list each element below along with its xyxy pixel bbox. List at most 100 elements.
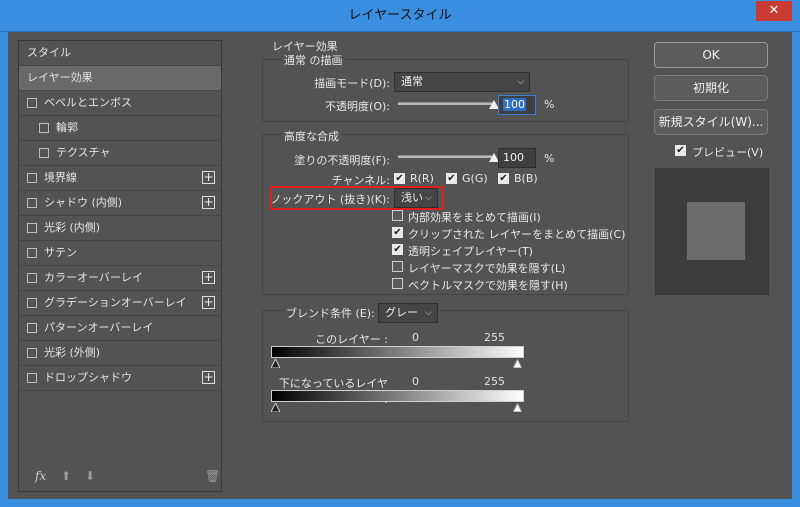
style-list-item[interactable]: スタイル <box>19 41 221 66</box>
preview-label: プレビュー(V) <box>692 146 764 159</box>
fill-opacity-input-value: 100 <box>503 151 524 164</box>
style-item-label: サテン <box>44 246 77 259</box>
advanced-option-checkbox[interactable] <box>392 261 403 272</box>
window-border-left <box>0 32 8 507</box>
move-up-icon[interactable]: ⬆ <box>61 469 71 483</box>
style-list-item[interactable]: グラデーションオーバーレイ + <box>19 291 221 316</box>
style-list-toolbar: fx ⬆ ⬇ 🗑 <box>19 465 221 491</box>
advanced-option-checkbox[interactable] <box>392 278 403 289</box>
style-list-item[interactable]: ドロップシャドウ + <box>19 366 221 391</box>
add-effect-plus-icon[interactable]: + <box>202 196 215 209</box>
style-list-item[interactable]: ベベルとエンボス <box>19 91 221 116</box>
chevron-down-icon: ⌵ <box>425 193 432 203</box>
style-list-item[interactable]: シャドウ (内側) + <box>19 191 221 216</box>
chevron-down-icon: ⌵ <box>425 308 432 318</box>
advanced-option-label: 透明シェイプレイヤー(T) <box>408 245 533 258</box>
style-list: スタイルレイヤー効果ベベルとエンボス輪郭テクスチャ境界線 + シャドウ (内側) + 光… <box>18 40 222 492</box>
window-border-right <box>792 32 800 507</box>
style-item-checkbox[interactable] <box>27 223 37 233</box>
blend-mode-dropdown[interactable]: 通常 ⌵ <box>394 72 530 92</box>
style-list-item[interactable]: カラーオーバーレイ + <box>19 266 221 291</box>
style-item-label: シャドウ (内側) <box>44 196 123 209</box>
blend-if-dropdown[interactable]: グレー ⌵ <box>378 303 438 323</box>
add-effect-plus-icon[interactable]: + <box>202 296 215 309</box>
style-item-checkbox[interactable] <box>27 348 37 358</box>
style-item-label: 光彩 (内側) <box>44 221 101 234</box>
style-item-checkbox[interactable] <box>27 98 37 108</box>
style-item-label: レイヤー効果 <box>27 71 93 84</box>
add-effect-plus-icon[interactable]: + <box>202 171 215 184</box>
channel-checkbox[interactable]: ✔ <box>394 173 405 184</box>
fx-icon[interactable]: fx <box>35 469 46 483</box>
advanced-option-label: ベクトルマスクで効果を隠す(H) <box>408 279 568 292</box>
this-layer-label: このレイヤー : <box>315 333 388 346</box>
advanced-option-checkbox[interactable]: ✔ <box>392 227 403 238</box>
reset-button[interactable]: 初期化 <box>654 75 768 101</box>
knockout-dropdown[interactable]: 浅い ⌵ <box>394 188 438 208</box>
style-item-label: 輪郭 <box>56 121 78 134</box>
this-layer-min-value: 0 <box>412 331 419 344</box>
style-list-item[interactable]: レイヤー効果 <box>19 66 221 91</box>
advanced-option-checkbox[interactable] <box>392 210 403 221</box>
style-item-checkbox[interactable] <box>39 123 49 133</box>
chevron-down-icon: ⌵ <box>517 77 524 87</box>
window-title: レイヤースタイル <box>348 8 452 23</box>
underlying-layer-min-value: 0 <box>412 375 419 388</box>
style-list-item[interactable]: パターンオーバーレイ <box>19 316 221 341</box>
channel-checkbox[interactable]: ✔ <box>498 173 509 184</box>
close-button[interactable]: ✕ <box>756 1 792 21</box>
advanced-option-label: クリップされた レイヤーをまとめて描画(C) <box>408 228 626 241</box>
opacity-label: 不透明度(O): <box>325 100 390 113</box>
style-item-label: ベベルとエンボス <box>44 96 132 109</box>
ok-button[interactable]: OK <box>654 42 768 68</box>
channel-label: R(R) <box>410 172 434 185</box>
underlying-layer-black-slider[interactable] <box>271 403 280 412</box>
trash-icon[interactable]: 🗑 <box>205 469 220 483</box>
advanced-option-checkbox[interactable]: ✔ <box>392 244 403 255</box>
add-effect-plus-icon[interactable]: + <box>202 271 215 284</box>
knockout-value: 浅い <box>401 191 423 204</box>
style-list-item[interactable]: 光彩 (外側) <box>19 341 221 366</box>
fill-opacity-slider-track[interactable] <box>398 155 494 158</box>
underlying-layer-max-value: 255 <box>484 375 505 388</box>
channel-checkbox[interactable]: ✔ <box>446 173 457 184</box>
knockout-label: ノックアウト (抜き)(K): <box>270 193 390 206</box>
this-layer-white-slider[interactable] <box>513 359 522 368</box>
style-item-checkbox[interactable] <box>27 323 37 333</box>
style-list-item[interactable]: 輪郭 <box>19 116 221 141</box>
style-item-checkbox[interactable] <box>27 373 37 383</box>
style-list-item[interactable]: 境界線 + <box>19 166 221 191</box>
move-down-icon[interactable]: ⬇ <box>85 469 95 483</box>
opacity-slider-track[interactable] <box>398 102 494 105</box>
advanced-option-label: レイヤーマスクで効果を隠す(L) <box>408 262 566 275</box>
blend-if-label: ブレンド条件 (E): <box>284 305 377 321</box>
opacity-unit: % <box>544 98 555 111</box>
opacity-input[interactable]: 100 <box>498 95 536 115</box>
style-item-checkbox[interactable] <box>27 273 37 283</box>
this-layer-max-value: 255 <box>484 331 505 344</box>
new-style-button[interactable]: 新規スタイル(W)... <box>654 109 768 135</box>
style-item-label: ドロップシャドウ <box>44 371 132 384</box>
style-item-checkbox[interactable] <box>27 298 37 308</box>
add-effect-plus-icon[interactable]: + <box>202 371 215 384</box>
style-list-item[interactable]: テクスチャ <box>19 141 221 166</box>
style-list-item[interactable]: 光彩 (内側) <box>19 216 221 241</box>
this-layer-black-slider[interactable] <box>271 359 280 368</box>
fill-opacity-input[interactable]: 100 <box>498 148 536 168</box>
style-item-checkbox[interactable] <box>39 148 49 158</box>
this-layer-gradient <box>271 346 524 358</box>
advanced-blend-group-title: 高度な合成 <box>282 128 341 144</box>
fill-opacity-unit: % <box>544 152 555 165</box>
underlying-layer-white-slider[interactable] <box>513 403 522 412</box>
style-item-checkbox[interactable] <box>27 198 37 208</box>
style-item-checkbox[interactable] <box>27 248 37 258</box>
style-item-label: 光彩 (外側) <box>44 346 101 359</box>
channel-label: G(G) <box>462 172 488 185</box>
style-item-checkbox[interactable] <box>27 173 37 183</box>
style-item-label: 境界線 <box>44 171 77 184</box>
style-item-label: テクスチャ <box>56 146 111 159</box>
style-items: スタイルレイヤー効果ベベルとエンボス輪郭テクスチャ境界線 + シャドウ (内側) + 光… <box>19 41 221 391</box>
preview-checkbox[interactable]: ✔ <box>675 145 686 156</box>
style-list-item[interactable]: サテン <box>19 241 221 266</box>
underlying-layer-gradient <box>271 390 524 402</box>
